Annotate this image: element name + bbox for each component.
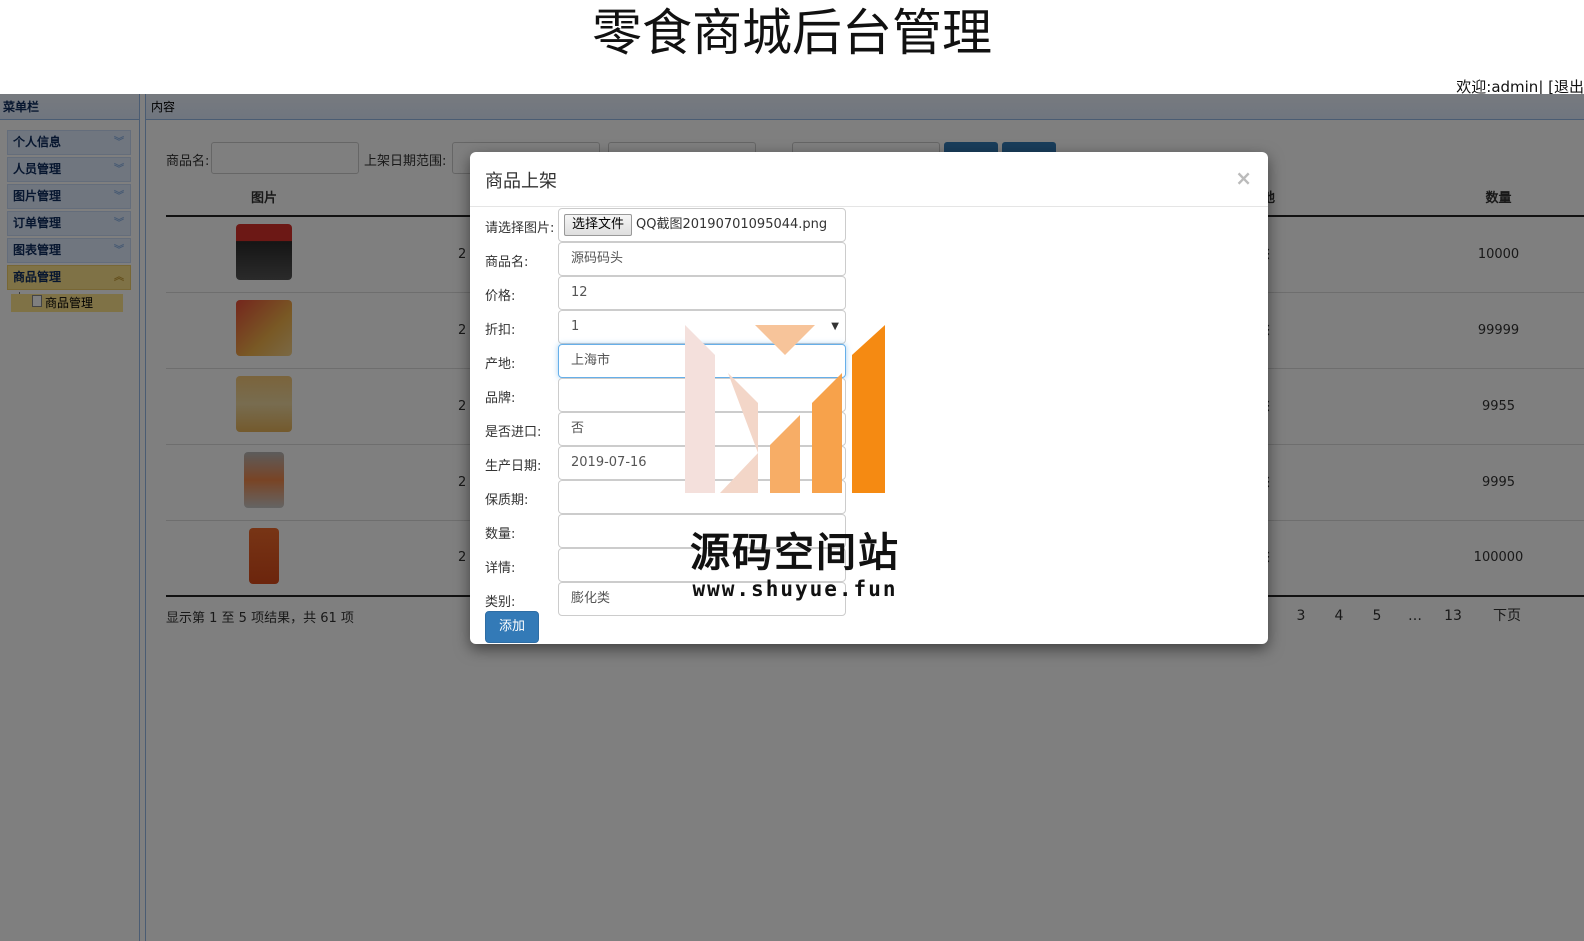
discount-value: 1: [571, 319, 580, 334]
form-row-brand: 品牌:: [485, 378, 865, 412]
category-label: 类别:: [485, 595, 516, 610]
price-label: 价格:: [485, 289, 516, 304]
shelf-life-input[interactable]: [558, 480, 846, 514]
close-icon[interactable]: ×: [1235, 166, 1252, 190]
add-button[interactable]: 添加: [485, 611, 539, 643]
form-row-quantity: 数量:: [485, 514, 865, 548]
form-row-image: 请选择图片: 选择文件 QQ截图20190701095044.png: [485, 208, 865, 242]
brand-label: 品牌:: [485, 391, 516, 406]
form-row-production-date: 生产日期: 2019-07-16: [485, 446, 865, 480]
image-label: 请选择图片:: [485, 221, 555, 236]
image-file-input[interactable]: 选择文件 QQ截图20190701095044.png: [558, 208, 846, 242]
page-title: 零食商城后台管理: [592, 4, 992, 62]
caret-down-icon: ▼: [831, 321, 839, 332]
quantity-input[interactable]: [558, 514, 846, 548]
category-select[interactable]: 膨化类: [558, 582, 846, 616]
form-row-shelf-life: 保质期:: [485, 480, 865, 514]
detail-input[interactable]: [558, 548, 846, 582]
add-product-modal: 商品上架 × 请选择图片: 选择文件 QQ截图20190701095044.png…: [470, 152, 1268, 644]
origin-input[interactable]: 上海市: [558, 344, 846, 378]
app-root: 零食商城后台管理 欢迎:admin| [退出 菜单栏 个人信息 ︾ 人员管理 ︾…: [0, 0, 1584, 941]
detail-label: 详情:: [485, 561, 516, 576]
shelf-life-label: 保质期:: [485, 493, 529, 508]
form-row-category: 类别: 膨化类: [485, 582, 865, 616]
production-date-label: 生产日期:: [485, 459, 542, 474]
modal-title: 商品上架: [485, 171, 557, 192]
production-date-input[interactable]: 2019-07-16: [558, 446, 846, 480]
form-row-discount: 折扣: 1 ▼: [485, 310, 865, 344]
form-row-name: 商品名: 源码码头: [485, 242, 865, 276]
discount-select[interactable]: 1 ▼: [558, 310, 846, 344]
origin-label: 产地:: [485, 357, 516, 372]
form-row-origin: 产地: 上海市: [485, 344, 865, 378]
chosen-file-name: QQ截图20190701095044.png: [636, 217, 828, 232]
form-row-detail: 详情:: [485, 548, 865, 582]
form-row-imported: 是否进口: 否: [485, 412, 865, 446]
quantity-label: 数量:: [485, 527, 516, 542]
product-name-input[interactable]: 源码码头: [558, 242, 846, 276]
discount-label: 折扣:: [485, 323, 516, 338]
imported-label: 是否进口:: [485, 425, 542, 440]
imported-select[interactable]: 否: [558, 412, 846, 446]
modal-header: 商品上架 ×: [470, 152, 1268, 207]
price-input[interactable]: 12: [558, 276, 846, 310]
name-label: 商品名:: [485, 255, 529, 270]
choose-file-button[interactable]: 选择文件: [564, 214, 633, 236]
form-row-price: 价格: 12: [485, 276, 865, 310]
brand-input[interactable]: [558, 378, 846, 412]
